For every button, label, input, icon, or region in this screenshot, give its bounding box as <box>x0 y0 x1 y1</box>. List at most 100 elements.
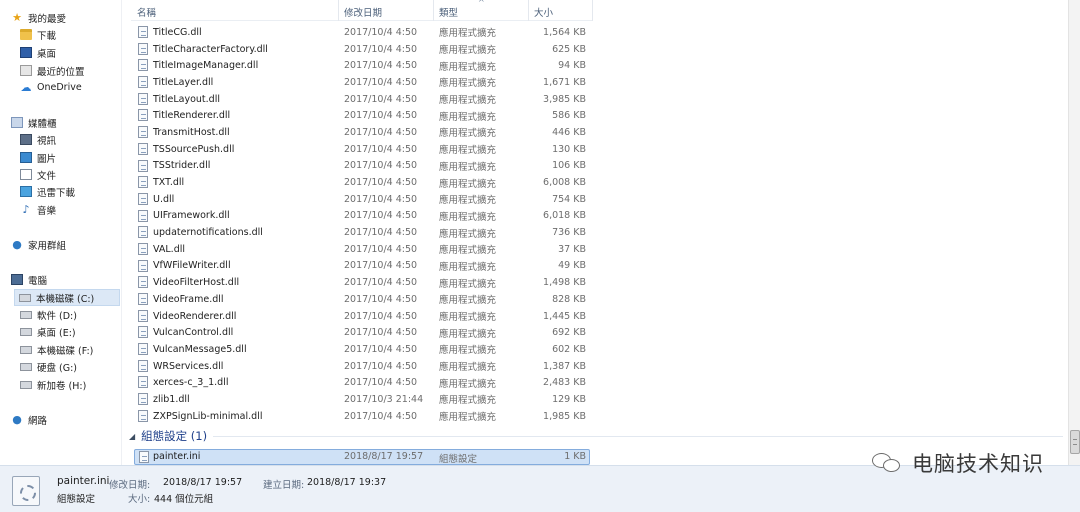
table-row[interactable]: TitleRenderer.dll 2017/10/4 4:50 應用程式擴充 586… <box>131 107 593 124</box>
nav-network[interactable]: ● 網路 <box>11 411 47 428</box>
file-size: 586 KB <box>552 110 586 122</box>
file-date: 2017/10/4 4:50 <box>344 43 418 55</box>
file-type: 應用程式擴充 <box>439 345 497 357</box>
file-type: 應用程式擴充 <box>439 161 497 173</box>
nav-drive-g[interactable]: 硬盘 (G:) <box>20 358 77 375</box>
dll-file-icon <box>138 26 148 38</box>
nav-recent[interactable]: 最近的位置 <box>20 62 85 79</box>
column-divider[interactable] <box>528 0 529 21</box>
table-row[interactable]: xerces-c_3_1.dll 2017/10/4 4:50 應用程式擴充 2,48… <box>131 374 593 391</box>
nav-documents[interactable]: 文件 <box>20 166 56 183</box>
nav-desktop-label: 桌面 <box>37 48 57 60</box>
nav-drive-f-label: 本機磁碟 (F:) <box>37 345 94 357</box>
group-header-config[interactable]: ◢ 組態設定 (1) <box>129 428 1069 444</box>
details-created-label: 建立日期: <box>263 480 305 491</box>
column-date[interactable]: 修改日期 <box>344 5 382 19</box>
ini-file-icon <box>139 451 149 463</box>
computer-icon <box>11 274 23 285</box>
nav-videos[interactable]: 視訊 <box>20 131 56 148</box>
dll-file-icon <box>138 343 148 356</box>
nav-downloads[interactable]: 下載 <box>20 26 56 43</box>
file-name: UIFramework.dll <box>153 210 230 222</box>
table-row[interactable]: ZXPSignLib-minimal.dll 2017/10/4 4:50 應用程式… <box>131 408 593 425</box>
nav-videos-label: 視訊 <box>37 135 57 147</box>
drive-icon <box>19 293 31 302</box>
nav-favorites[interactable]: ★ 我的最愛 <box>11 9 66 26</box>
nav-drive-c[interactable]: 本機磁碟 (C:) <box>14 289 120 306</box>
nav-thunder-downloads[interactable]: 迅雷下載 <box>20 183 75 200</box>
file-date: 2017/10/4 4:50 <box>344 410 418 422</box>
table-row[interactable]: TitleImageManager.dll 2017/10/4 4:50 應用程式擴… <box>131 57 593 74</box>
nav-homegroup-label: 家用群組 <box>28 240 67 252</box>
table-row[interactable]: VAL.dll 2017/10/4 4:50 應用程式擴充 37 KB <box>131 241 593 258</box>
scrollbar-thumb[interactable] <box>1070 430 1080 454</box>
column-size[interactable]: 大小 <box>534 5 553 19</box>
file-size: 1 KB <box>564 451 586 462</box>
watermark-text: 电脑技术知识 <box>912 452 1044 476</box>
file-name: VideoRenderer.dll <box>153 310 237 322</box>
file-name: VfWFileWriter.dll <box>153 260 231 272</box>
nav-drive-f[interactable]: 本機磁碟 (F:) <box>20 341 93 358</box>
column-divider[interactable] <box>433 0 434 21</box>
collapse-triangle-icon[interactable]: ◢ <box>129 432 135 441</box>
table-row[interactable]: U.dll 2017/10/4 4:50 應用程式擴充 754 KB <box>131 191 593 208</box>
table-row[interactable]: updaternotifications.dll 2017/10/4 4:50 應用… <box>131 224 593 241</box>
table-row[interactable]: TransmitHost.dll 2017/10/4 4:50 應用程式擴充 446 … <box>131 124 593 141</box>
table-row[interactable]: VideoFilterHost.dll 2017/10/4 4:50 應用程式擴充 1… <box>131 274 593 291</box>
vertical-scrollbar[interactable] <box>1068 0 1080 465</box>
nav-computer[interactable]: 電腦 <box>11 271 47 288</box>
drive-icon <box>20 310 32 319</box>
table-row[interactable]: VideoRenderer.dll 2017/10/4 4:50 應用程式擴充 1,4… <box>131 308 593 325</box>
table-row[interactable]: TitleCharacterFactory.dll 2017/10/4 4:50 應… <box>131 41 593 58</box>
nav-drive-d[interactable]: 軟件 (D:) <box>20 306 77 323</box>
nav-onedrive[interactable]: ☁ OneDrive <box>20 79 82 96</box>
table-row[interactable]: TitleLayer.dll 2017/10/4 4:50 應用程式擴充 1,671 … <box>131 74 593 91</box>
file-type: 應用程式擴充 <box>439 95 497 107</box>
file-size: 625 KB <box>552 43 586 55</box>
details-modified-value: 2018/8/17 19:57 <box>163 477 243 488</box>
table-row[interactable]: VfWFileWriter.dll 2017/10/4 4:50 應用程式擴充 49 … <box>131 258 593 275</box>
nav-drive-e[interactable]: 桌面 (E:) <box>20 323 76 340</box>
dll-file-icon <box>138 59 148 72</box>
dll-file-icon <box>138 42 148 55</box>
table-row[interactable]: VulcanControl.dll 2017/10/4 4:50 應用程式擴充 692… <box>131 324 593 341</box>
file-type: 應用程式擴充 <box>439 312 497 324</box>
dll-file-icon <box>138 409 148 422</box>
file-name: TSSourcePush.dll <box>153 143 235 155</box>
file-type: 應用程式擴充 <box>439 378 497 390</box>
column-divider[interactable] <box>592 0 593 21</box>
file-type: 組態設定 <box>439 454 478 465</box>
table-row[interactable]: TXT.dll 2017/10/4 4:50 應用程式擴充 6,008 KB <box>131 174 593 191</box>
file-date: 2017/10/3 21:44 <box>344 393 424 405</box>
file-type: 應用程式擴充 <box>439 278 497 290</box>
column-type[interactable]: 類型 <box>439 5 458 19</box>
nav-homegroup[interactable]: ● 家用群組 <box>11 236 66 253</box>
nav-music[interactable]: ♪ 音樂 <box>20 201 56 218</box>
file-name: U.dll <box>153 193 175 205</box>
file-name: TitleLayout.dll <box>153 93 220 105</box>
nav-drive-h-label: 新加卷 (H:) <box>37 380 87 392</box>
sort-arrow-icon: ^ <box>478 0 485 7</box>
nav-pictures[interactable]: 圖片 <box>20 149 56 166</box>
column-name[interactable]: 名稱 <box>137 5 156 19</box>
table-row[interactable]: TitleLayout.dll 2017/10/4 4:50 應用程式擴充 3,985… <box>131 91 593 108</box>
table-row[interactable]: TSSourcePush.dll 2017/10/4 4:50 應用程式擴充 130 … <box>131 141 593 158</box>
table-row[interactable]: zlib1.dll 2017/10/3 21:44 應用程式擴充 129 KB <box>131 391 593 408</box>
nav-libraries[interactable]: 媒體櫃 <box>11 114 57 131</box>
table-row[interactable]: WRServices.dll 2017/10/4 4:50 應用程式擴充 1,387 … <box>131 358 593 375</box>
column-divider[interactable] <box>338 0 339 21</box>
table-row[interactable]: TSStrider.dll 2017/10/4 4:50 應用程式擴充 106 KB <box>131 158 593 175</box>
table-row[interactable]: UIFramework.dll 2017/10/4 4:50 應用程式擴充 6,018… <box>131 208 593 225</box>
table-row[interactable]: TitleCG.dll 2017/10/4 4:50 應用程式擴充 1,564 KB <box>131 24 593 41</box>
navigation-pane: ★ 我的最愛 下載 桌面 最近的位置 ☁ OneDrive 媒體櫃 視訊 圖片 … <box>0 0 122 465</box>
table-row[interactable]: VulcanMessage5.dll 2017/10/4 4:50 應用程式擴充 60… <box>131 341 593 358</box>
table-row-selected[interactable]: painter.ini 2018/8/17 19:57 組態設定 1 KB <box>134 449 590 465</box>
dll-file-icon <box>138 376 148 389</box>
file-name: TitleImageManager.dll <box>153 60 259 72</box>
nav-drive-h[interactable]: 新加卷 (H:) <box>20 376 86 393</box>
file-type: 應用程式擴充 <box>439 61 497 73</box>
nav-desktop[interactable]: 桌面 <box>20 44 56 61</box>
drive-icon <box>20 362 32 371</box>
dll-file-icon <box>138 326 148 339</box>
table-row[interactable]: VideoFrame.dll 2017/10/4 4:50 應用程式擴充 828 KB <box>131 291 593 308</box>
